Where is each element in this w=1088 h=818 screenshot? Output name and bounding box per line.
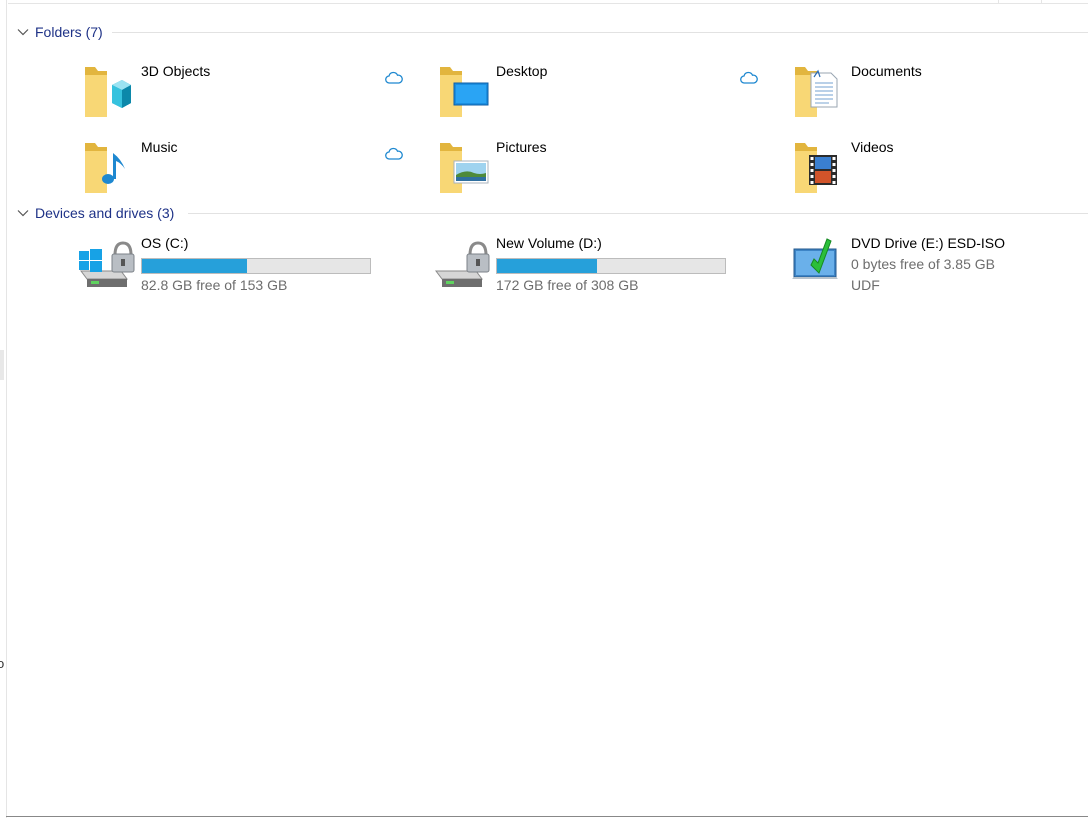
drive-usage-fill	[142, 259, 247, 273]
folder-music[interactable]: Music	[81, 139, 421, 199]
address-bar-border	[8, 0, 1088, 4]
desktop-folder-icon	[440, 67, 489, 117]
navigation-pane-scrollbar[interactable]	[0, 350, 4, 380]
folder-name: Music	[141, 139, 178, 155]
drive-usage-fill	[497, 259, 598, 273]
cloud-sync-icon	[740, 71, 758, 84]
chevron-down-icon[interactable]	[16, 25, 30, 39]
folder-name: Documents	[851, 63, 922, 79]
3d-objects-folder-icon	[85, 67, 131, 117]
drive-name: DVD Drive (E:) ESD-ISO	[851, 235, 1006, 251]
folder-documents[interactable]: Documents	[791, 63, 1081, 123]
cloud-sync-icon	[385, 71, 403, 84]
drive-usage-bar	[496, 258, 726, 274]
drive-filesystem: UDF	[851, 277, 880, 293]
dvd-drive-icon	[792, 238, 838, 279]
folder-name: 3D Objects	[141, 63, 211, 79]
drive-free-space: 0 bytes free of 3.85 GB	[851, 256, 995, 272]
devices-drives-group-header[interactable]: Devices and drives (3)	[16, 203, 1088, 223]
drive-free-space: 172 GB free of 308 GB	[496, 277, 639, 293]
drive-name: New Volume (D:)	[496, 235, 602, 251]
chevron-down-icon[interactable]	[16, 206, 30, 220]
folders-group-title: Folders (7)	[35, 24, 103, 40]
pictures-folder-icon	[440, 143, 489, 193]
documents-folder-icon	[795, 67, 838, 117]
cloud-sync-icon	[385, 147, 403, 160]
group-divider	[188, 213, 1088, 214]
drive-locked-icon	[435, 241, 490, 287]
folder-desktop[interactable]: Desktop	[436, 63, 776, 123]
drive-name: OS (C:)	[141, 235, 189, 251]
music-folder-icon	[85, 143, 125, 193]
drive-free-space: 82.8 GB free of 153 GB	[141, 277, 288, 293]
windows-drive-locked-icon	[79, 241, 135, 287]
navigation-pane-border	[6, 0, 7, 818]
navigation-pane-clipped-text: o	[0, 656, 5, 671]
folder-videos[interactable]: Videos	[791, 139, 1081, 199]
drive-d[interactable]: New Volume (D:) 172 GB free of 308 GB	[432, 235, 732, 295]
folders-group-header[interactable]: Folders (7)	[16, 22, 1088, 42]
group-divider	[112, 32, 1088, 33]
folder-pictures[interactable]: Pictures	[436, 139, 776, 199]
folder-name: Pictures	[496, 139, 547, 155]
devices-drives-group-title: Devices and drives (3)	[35, 205, 175, 221]
search-box-edge	[998, 0, 1042, 3]
drive-e[interactable]: DVD Drive (E:) ESD-ISO 0 bytes free of 3…	[791, 235, 1081, 295]
folder-name: Videos	[851, 139, 894, 155]
folder-3d-objects[interactable]: 3D Objects	[81, 63, 421, 123]
folder-name: Desktop	[496, 63, 548, 79]
drive-c[interactable]: OS (C:) 82.8 GB free of 153 GB	[77, 235, 377, 295]
status-bar-border	[6, 816, 1088, 817]
videos-folder-icon	[795, 143, 837, 193]
drive-usage-bar	[141, 258, 371, 274]
